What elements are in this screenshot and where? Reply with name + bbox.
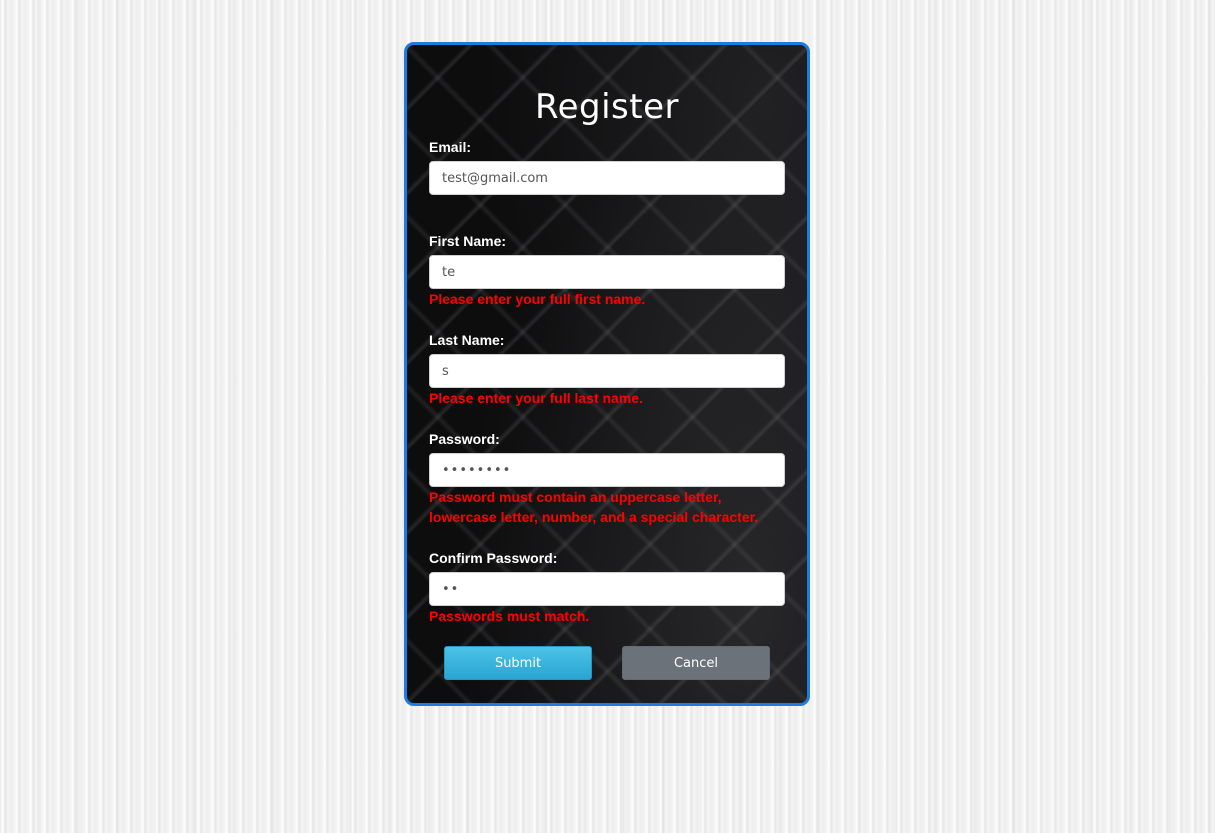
register-card: Register Email: First Name: Please enter… <box>404 42 810 706</box>
email-field[interactable] <box>429 161 785 195</box>
first-name-label: First Name: <box>429 233 507 249</box>
password-field[interactable] <box>429 453 785 487</box>
password-error: Password must contain an uppercase lette… <box>429 489 759 525</box>
submit-button[interactable]: Submit <box>444 646 592 680</box>
password-label: Password: <box>429 431 500 447</box>
confirm-password-error: Passwords must match. <box>429 608 590 624</box>
confirm-password-label: Confirm Password: <box>429 550 558 566</box>
last-name-field[interactable] <box>429 354 785 388</box>
first-name-error: Please enter your full first name. <box>429 291 646 307</box>
first-name-field[interactable] <box>429 255 785 289</box>
page-title: Register <box>535 87 679 127</box>
email-label: Email: <box>429 139 472 155</box>
last-name-label: Last Name: <box>429 332 505 348</box>
cancel-button[interactable]: Cancel <box>622 646 770 680</box>
confirm-password-field[interactable] <box>429 572 785 606</box>
last-name-error: Please enter your full last name. <box>429 390 643 406</box>
